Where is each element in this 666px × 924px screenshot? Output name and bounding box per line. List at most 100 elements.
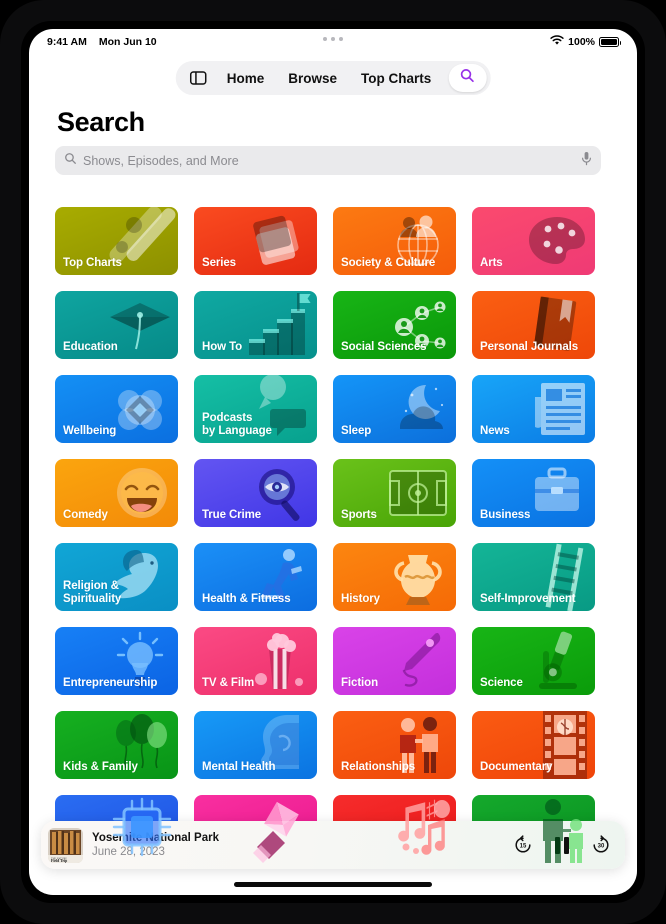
news-icon — [521, 375, 593, 443]
category-tile[interactable]: Social Sciences — [333, 291, 456, 359]
category-tile-label: Sleep — [341, 424, 372, 437]
category-tile[interactable]: Self-Improvement — [472, 543, 595, 611]
category-tile[interactable]: Top Charts — [55, 207, 178, 275]
history-icon — [382, 543, 454, 611]
ipad-device: 9:41 AM Mon Jun 10 100% Home Browse Top … — [0, 0, 666, 924]
category-tile-label: Health & Fitness — [202, 592, 291, 605]
search-input[interactable]: Shows, Episodes, and More — [55, 146, 601, 175]
technology-icon — [104, 795, 176, 863]
status-time: 9:41 AM — [47, 36, 87, 48]
category-tile[interactable]: How To — [194, 291, 317, 359]
category-tile[interactable]: Personal Journals — [472, 291, 595, 359]
design-icon — [243, 795, 315, 863]
category-tile[interactable]: Arts — [472, 207, 595, 275]
business-icon — [521, 459, 593, 527]
tab-search[interactable] — [448, 64, 487, 92]
category-tile-label: Personal Journals — [480, 340, 579, 353]
category-tile-label: Education — [63, 340, 118, 353]
category-tile-label: Podcasts by Language — [202, 412, 272, 437]
category-tile[interactable]: Comedy — [55, 459, 178, 527]
category-tile[interactable]: History — [333, 543, 456, 611]
category-tile-label: Fiction — [341, 676, 378, 689]
category-tile-label: Relationships — [341, 760, 416, 773]
category-tile-label: Society & Culture — [341, 256, 436, 269]
multitasking-indicator[interactable] — [323, 37, 343, 41]
svg-text:30: 30 — [598, 844, 605, 850]
parenting-icon — [521, 795, 593, 863]
wifi-icon — [550, 35, 564, 49]
category-tile[interactable]: Sports — [333, 459, 456, 527]
category-tile[interactable]: Podcasts by Language — [194, 375, 317, 443]
category-tile-label: History — [341, 592, 380, 605]
fiction-icon — [382, 627, 454, 695]
screen: 9:41 AM Mon Jun 10 100% Home Browse Top … — [29, 29, 637, 895]
device-bezel: 9:41 AM Mon Jun 10 100% Home Browse Top … — [21, 21, 645, 903]
category-tile[interactable]: Series — [194, 207, 317, 275]
tab-browse[interactable]: Browse — [277, 66, 348, 91]
arts-icon — [521, 207, 593, 275]
search-icon — [64, 152, 77, 170]
category-tile[interactable]: Religion & Spirituality — [55, 543, 178, 611]
category-tile[interactable]: Documentary — [472, 711, 595, 779]
category-tile[interactable]: Kids & Family — [55, 711, 178, 779]
status-date: Mon Jun 10 — [98, 36, 157, 48]
battery-full-icon — [599, 37, 621, 47]
music-icon: ♯ — [382, 795, 454, 863]
category-tile[interactable]: Business — [472, 459, 595, 527]
category-tile[interactable]: Relationships — [333, 711, 456, 779]
microphone-icon[interactable] — [581, 151, 592, 171]
tab-home[interactable]: Home — [216, 66, 276, 91]
category-tile-label: Series — [202, 256, 236, 269]
category-tile-label: News — [480, 424, 510, 437]
category-tile[interactable]: Wellbeing — [55, 375, 178, 443]
category-tile[interactable]: True Crime — [194, 459, 317, 527]
now-playing-artwork[interactable]: THE NATURE Field Trip — [48, 827, 83, 863]
category-tile[interactable]: Fiction — [333, 627, 456, 695]
howto-icon — [243, 291, 315, 359]
category-tile[interactable]: Entrepreneurship — [55, 627, 178, 695]
category-tile-label: Arts — [480, 256, 503, 269]
category-tile-label: TV & Film — [202, 676, 255, 689]
category-tile-label: Wellbeing — [63, 424, 117, 437]
category-tile[interactable]: Health & Fitness — [194, 543, 317, 611]
tab-top-charts[interactable]: Top Charts — [350, 66, 442, 91]
category-tile-label: Self-Improvement — [480, 592, 576, 605]
category-tile[interactable]: Education — [55, 291, 178, 359]
category-tile-label: Comedy — [63, 508, 108, 521]
category-grid: Top Charts Series Society & Culture Arts Edu… — [55, 207, 604, 863]
search-placeholder: Shows, Episodes, and More — [83, 153, 239, 168]
category-tile[interactable]: Society & Culture — [333, 207, 456, 275]
category-tile[interactable]: Mental Health — [194, 711, 317, 779]
category-tile-label: Business — [480, 508, 531, 521]
category-tile-label: Social Sciences — [341, 340, 427, 353]
status-bar: 9:41 AM Mon Jun 10 100% — [29, 29, 637, 55]
status-bar-left: 9:41 AM Mon Jun 10 — [47, 36, 157, 48]
category-tile[interactable]: Science — [472, 627, 595, 695]
status-bar-right: 100% — [550, 35, 621, 49]
sports-icon — [382, 459, 454, 527]
search-icon — [460, 68, 475, 88]
home-indicator[interactable] — [234, 882, 432, 887]
category-tile-label: Kids & Family — [63, 760, 138, 773]
category-tile-label: Sports — [341, 508, 377, 521]
category-tile[interactable]: TV & Film — [194, 627, 317, 695]
category-tile-label: Top Charts — [63, 256, 122, 269]
navigation-bar: Home Browse Top Charts — [175, 61, 491, 95]
category-tile-label: Science — [480, 676, 523, 689]
page-title: Search — [57, 107, 145, 137]
sleep-icon — [382, 375, 454, 443]
category-tile-label: True Crime — [202, 508, 262, 521]
category-tile-label: Entrepreneurship — [63, 676, 158, 689]
category-tile[interactable]: News — [472, 375, 595, 443]
skip-forward-30-icon[interactable]: 30 — [591, 835, 611, 855]
category-tile-label: Documentary — [480, 760, 553, 773]
science-icon — [521, 627, 593, 695]
battery-percent: 100% — [568, 36, 595, 48]
series-icon — [243, 207, 315, 275]
comedy-icon — [104, 459, 176, 527]
sidebar-toggle-icon[interactable] — [182, 64, 214, 92]
category-tile[interactable]: Sleep — [333, 375, 456, 443]
category-tile-label: Mental Health — [202, 760, 276, 773]
category-tile-label: How To — [202, 340, 243, 353]
artwork-caption: Field Trip — [51, 859, 67, 863]
